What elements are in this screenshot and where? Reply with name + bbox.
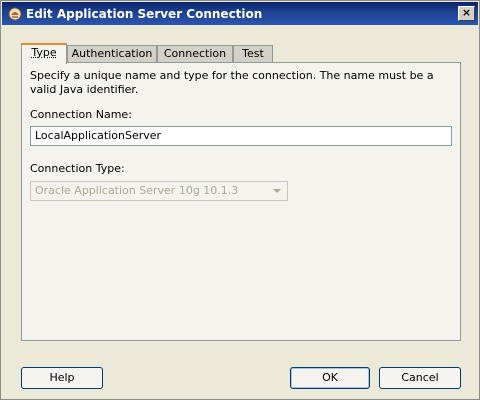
title-bar[interactable]: Edit Application Server Connection ×	[2, 2, 478, 25]
help-button[interactable]: Help	[21, 367, 103, 389]
tab-connection[interactable]: Connection	[157, 45, 233, 62]
dialog-window: Edit Application Server Connection × Typ…	[0, 0, 480, 400]
chevron-down-icon	[273, 189, 281, 193]
connection-name-label: Connection Name:	[30, 108, 132, 121]
close-icon: ×	[461, 6, 472, 19]
close-button[interactable]: ×	[458, 6, 475, 21]
connection-type-select[interactable]: Oracle Application Server 10g 10.1.3	[30, 181, 288, 201]
connection-type-value: Oracle Application Server 10g 10.1.3	[35, 184, 239, 197]
type-panel: Specify a unique name and type for the c…	[21, 62, 461, 341]
app-icon	[8, 7, 22, 21]
tab-type[interactable]: Type	[21, 43, 67, 64]
cancel-button[interactable]: Cancel	[379, 367, 461, 389]
connection-name-input[interactable]: LocalApplicationServer	[30, 126, 452, 146]
window-title: Edit Application Server Connection	[26, 7, 263, 21]
tab-test[interactable]: Test	[233, 45, 273, 62]
ok-button[interactable]: OK	[290, 367, 370, 389]
description-text: Specify a unique name and type for the c…	[30, 69, 434, 96]
connection-type-label: Connection Type:	[30, 162, 125, 175]
tab-authentication[interactable]: Authentication	[67, 45, 157, 62]
